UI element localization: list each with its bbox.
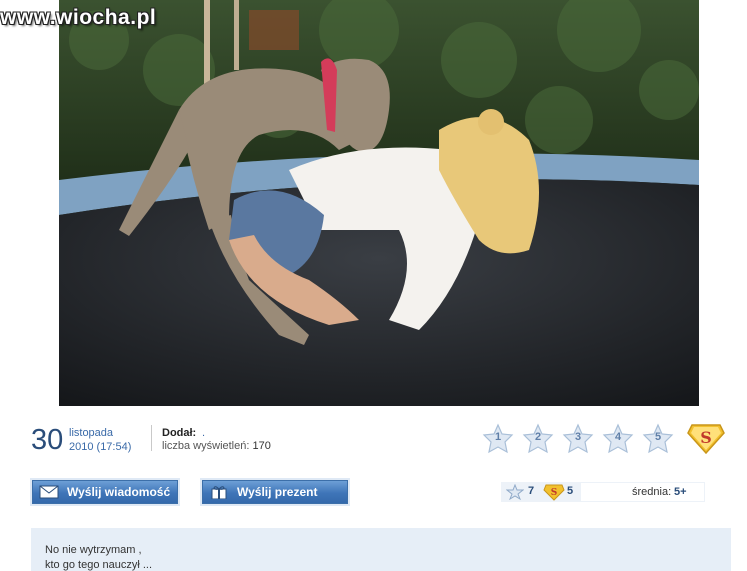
gift-icon [211,486,227,499]
view-count-value: 170 [252,440,271,452]
author-link[interactable]: . [202,426,205,440]
description-line-2: kto go tego nauczył ... [45,559,153,571]
rate-star-1[interactable]: 1 [481,423,515,455]
view-count-label: liczba wyświetleń: [162,440,250,452]
envelope-icon [39,485,59,499]
site-watermark: www.wiocha.pl [0,6,157,29]
average-label: średnia: [632,486,672,498]
rate-star-3-label: 3 [574,431,582,443]
view-count: liczba wyświetleń: 170 [162,439,271,453]
send-gift-button[interactable]: Wyślij prezent [202,480,348,504]
rate-star-5[interactable]: 5 [641,423,675,455]
rate-star-3[interactable]: 3 [561,423,595,455]
send-message-button[interactable]: Wyślij wiadomość [32,480,178,504]
post-date-year-time: 2010 (17:54) [69,441,132,453]
average-panel: średnia: 5+ [580,482,705,502]
post-image[interactable] [59,0,699,406]
svg-text:S: S [700,428,712,447]
super-vote-count: 5 [567,485,574,497]
svg-text:S: S [551,488,558,498]
super-s-icon: S [687,424,725,455]
rate-super-button[interactable]: S [686,421,726,455]
star-vote-count: 7 [528,485,535,497]
rate-star-1-label: 1 [494,431,502,443]
meta-divider [151,425,152,451]
super-s-icon: S [543,484,565,501]
rate-star-5-label: 5 [654,431,662,443]
post-photo [59,0,699,406]
description-line-1: No nie wytrzymam , [45,544,142,556]
rate-star-2-label: 2 [534,431,542,443]
rate-star-2[interactable]: 2 [521,423,555,455]
post-description: No nie wytrzymam , kto go tego nauczył .… [31,528,731,571]
average-value: 5+ [674,486,687,498]
post-date-day: 30 [31,424,64,456]
send-message-label: Wyślij wiadomość [67,485,171,499]
vote-stats: 7 S 5 średnia: 5+ [501,482,705,502]
rate-star-4[interactable]: 4 [601,423,635,455]
send-gift-label: Wyślij prezent [237,485,318,499]
post-date-month: listopada [69,427,114,439]
added-by-label: Dodał: [162,427,197,439]
rate-star-4-label: 4 [614,431,622,443]
star-icon [506,484,524,500]
